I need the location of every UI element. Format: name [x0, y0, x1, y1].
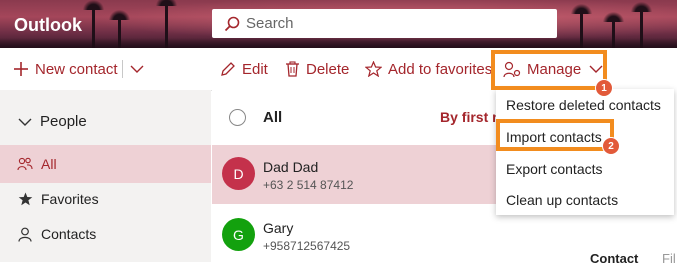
sort-button[interactable]: By first n — [440, 109, 501, 125]
new-contact-label: New contact — [35, 60, 118, 78]
chevron-down-icon — [18, 118, 32, 126]
step-badge: 2 — [602, 137, 620, 155]
sidebar-item-contacts[interactable]: Contacts — [0, 215, 211, 253]
manage-dropdown-menu: Restore deleted contacts Import contacts… — [496, 89, 674, 215]
tab-files[interactable]: Fil — [662, 251, 676, 266]
chevron-down-icon — [130, 65, 144, 73]
add-to-favorites-button[interactable]: Add to favorites — [365, 48, 492, 90]
person-icon — [17, 227, 33, 242]
avatar: D — [222, 157, 255, 190]
delete-button[interactable]: Delete — [285, 48, 349, 90]
tab-contact[interactable]: Contact — [590, 251, 638, 266]
step-badge: 1 — [595, 79, 613, 97]
people-icon — [17, 157, 33, 171]
menu-item-export-contacts[interactable]: Export contacts — [506, 161, 603, 177]
contact-phone: +63 2 514 87412 — [263, 178, 354, 192]
left-navigation: People All Favorites Contacts — [0, 90, 211, 262]
plus-icon — [14, 62, 28, 76]
avatar-initial: G — [233, 226, 244, 243]
delete-label: Delete — [306, 60, 350, 78]
sidebar-item-favorites[interactable]: Favorites — [0, 180, 211, 218]
select-all-checkbox[interactable] — [229, 109, 246, 126]
sidebar-item-label: Contacts — [41, 226, 97, 242]
edit-label: Edit — [242, 60, 268, 78]
sidebar-item-all[interactable]: All — [0, 145, 211, 183]
import-contacts-highlight-box — [496, 119, 614, 151]
star-outline-icon — [365, 61, 382, 77]
app-title: Outlook — [14, 15, 82, 35]
star-icon — [17, 192, 33, 206]
avatar: G — [222, 218, 255, 251]
header-bar: Outlook Search — [0, 0, 677, 48]
sidebar-item-label: Favorites — [41, 191, 99, 207]
divider — [122, 60, 123, 78]
edit-button[interactable]: Edit — [220, 48, 268, 90]
menu-item-restore-deleted-contacts[interactable]: Restore deleted contacts — [506, 97, 661, 113]
list-header-label: All — [263, 109, 283, 126]
pencil-icon — [221, 62, 235, 76]
avatar-initial: D — [233, 165, 244, 182]
trash-icon — [286, 61, 299, 77]
new-contact-dropdown-button[interactable] — [130, 48, 150, 90]
new-contact-button[interactable]: New contact — [13, 48, 118, 90]
contact-name: Gary — [263, 220, 294, 236]
sidebar-item-label: All — [41, 156, 57, 172]
contact-name: Dad Dad — [263, 159, 319, 175]
contact-phone: +958712567425 — [263, 239, 351, 253]
manage-highlight-box — [491, 50, 607, 90]
add-to-favorites-label: Add to favorites — [388, 60, 493, 78]
search-box[interactable]: Search — [212, 9, 557, 38]
search-placeholder: Search — [246, 15, 294, 32]
people-section-label: People — [40, 113, 87, 130]
people-section-header[interactable]: People — [18, 113, 87, 130]
search-icon — [224, 16, 240, 31]
menu-item-clean-up-contacts[interactable]: Clean up contacts — [506, 192, 618, 208]
decor-skyline — [0, 38, 677, 48]
